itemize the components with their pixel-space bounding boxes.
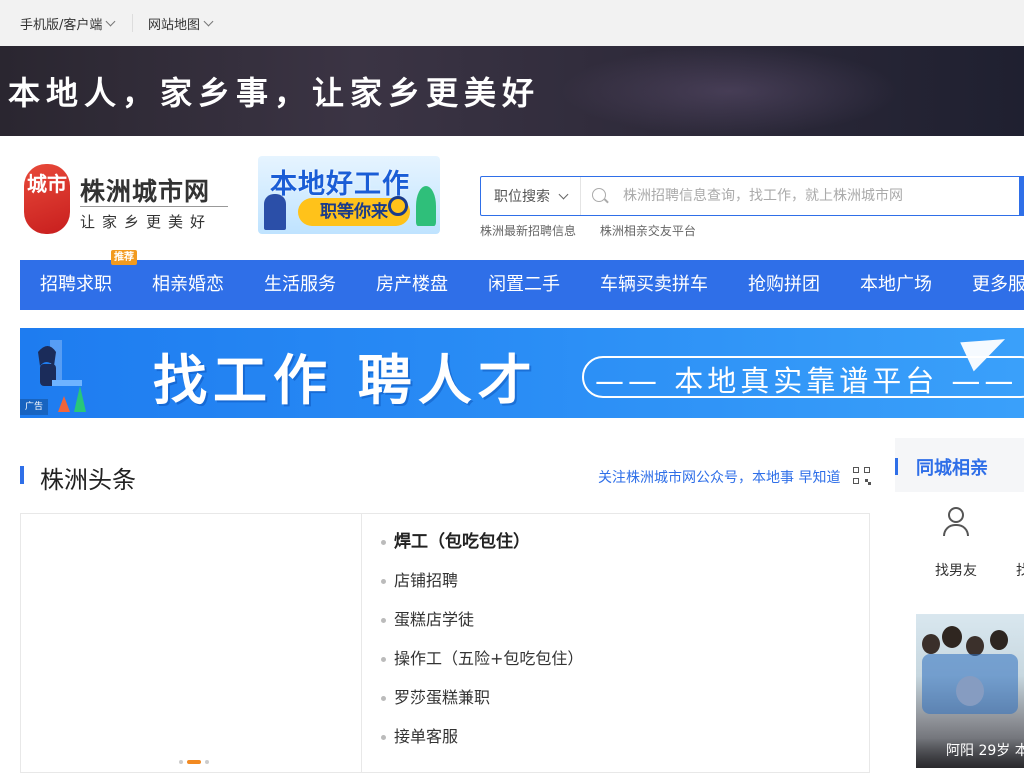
headline-item[interactable]: 店铺招聘 — [381, 567, 583, 606]
magnifier-icon — [388, 196, 408, 216]
hero-slogan: 本地人，家乡事，让家乡更美好 — [8, 74, 541, 112]
nav-item-more[interactable]: 更多服务 — [972, 260, 1024, 310]
section-title: 株洲头条 — [40, 466, 136, 494]
topbar-divider — [132, 14, 133, 32]
find-girlfriend-link[interactable]: 找女友 — [1016, 560, 1024, 580]
nav-item-local-square[interactable]: 本地广场 — [860, 260, 932, 310]
headline-list: 焊工（包吃包住） 店铺招聘 蛋糕店学徒 操作工（五险+包吃包住） 罗莎蛋糕兼职 … — [381, 528, 583, 762]
search-hotlinks: 株洲最新招聘信息 株洲相亲交友平台 — [480, 222, 716, 239]
logo-tagline: 让家乡更美好 — [80, 213, 213, 231]
search-input[interactable] — [623, 185, 1003, 207]
headline-item[interactable]: 罗莎蛋糕兼职 — [381, 684, 583, 723]
chevron-down-icon — [558, 189, 569, 199]
dating-options-card: 找男友 找女友 — [895, 492, 1024, 596]
mobile-client-link[interactable]: 手机版/客户端 — [20, 14, 116, 33]
headline-item[interactable]: 焊工（包吃包住） — [381, 528, 583, 567]
hotlink-jobs[interactable]: 株洲最新招聘信息 — [480, 224, 576, 238]
carousel-dot[interactable] — [205, 760, 209, 764]
recruit-banner[interactable]: 找工作 聘人才 —— 本地真实靠谱平台 —— 广告 — [20, 328, 1024, 418]
headline-item[interactable]: 操作工（五险+包吃包住） — [381, 645, 583, 684]
nav-item-group-buy[interactable]: 抢购拼团 — [748, 260, 820, 310]
job-ad-banner[interactable]: 本地好工作 职等你来 — [258, 156, 440, 234]
nav-item-life-services[interactable]: 生活服务 — [264, 260, 336, 310]
photo-figure — [942, 626, 962, 648]
nav-item-real-estate[interactable]: 房产楼盘 — [376, 260, 448, 310]
banner-headline: 找工作 聘人才 — [153, 349, 538, 412]
headline-carousel[interactable] — [21, 514, 362, 772]
job-ad-title: 本地好工作 — [270, 169, 410, 200]
carousel-dot-active[interactable] — [187, 760, 201, 764]
search-category-dropdown[interactable]: 职位搜索 — [481, 177, 581, 215]
qr-code-icon[interactable] — [853, 467, 871, 485]
search-category-label: 职位搜索 — [494, 189, 550, 205]
follow-wechat-link[interactable]: 关注株洲城市网公众号，本地事 早知道 — [598, 467, 840, 487]
chevron-down-icon — [105, 16, 116, 27]
mobile-client-label: 手机版/客户端 — [20, 18, 103, 33]
nav-item-dating[interactable]: 相亲婚恋 — [152, 260, 224, 310]
site-logo[interactable]: 城市 株洲城市网 让家乡更美好 — [24, 164, 234, 236]
sidebar-title: 同城相亲 — [916, 458, 988, 479]
top-bar: 手机版/客户端 网站地图 — [0, 0, 1024, 46]
photo-figure — [922, 634, 940, 654]
search-box: 职位搜索 — [480, 176, 1024, 216]
search-icon — [592, 188, 606, 202]
profile-caption: 阿阳 29岁 本科 — [916, 738, 1024, 768]
logo-name: 株洲城市网 — [80, 177, 211, 206]
sidebar-accent-bar — [895, 458, 898, 475]
carousel-dot[interactable] — [179, 760, 183, 764]
headline-item[interactable]: 接单客服 — [381, 723, 583, 762]
nav-item-secondhand[interactable]: 闲置二手 — [488, 260, 560, 310]
dating-sidebar: 同城相亲 找男友 找女友 — [895, 438, 1024, 596]
hero-glow — [560, 46, 900, 136]
hotlink-dating[interactable]: 株洲相亲交友平台 — [600, 224, 696, 238]
recommend-badge: 推荐 — [111, 250, 137, 265]
find-boyfriend-link[interactable]: 找男友 — [935, 560, 977, 580]
logo-badge: 城市 — [24, 164, 70, 234]
find-boyfriend-icon[interactable] — [942, 507, 970, 537]
chevron-down-icon — [203, 16, 214, 27]
nav-item-jobs[interactable]: 招聘求职 — [40, 260, 112, 310]
main-nav: 招聘求职 相亲婚恋 生活服务 房产楼盘 闲置二手 车辆买卖拼车 抢购拼团 本地广… — [20, 260, 1024, 310]
photo-figure — [966, 636, 984, 656]
headline-item[interactable]: 蛋糕店学徒 — [381, 606, 583, 645]
sitemap-label: 网站地图 — [148, 18, 201, 33]
nav-item-vehicles[interactable]: 车辆买卖拼车 — [600, 260, 708, 310]
logo-divider — [80, 206, 228, 207]
hero-banner: 本地人，家乡事，让家乡更美好 — [0, 46, 1024, 136]
sitemap-link[interactable]: 网站地图 — [148, 14, 214, 33]
ad-tag: 广告 — [20, 399, 48, 415]
banner-subtitle: —— 本地真实靠谱平台 —— — [595, 364, 1018, 398]
section-accent-bar — [20, 466, 24, 484]
search-button[interactable] — [1019, 176, 1024, 216]
leaf-decoration — [416, 186, 436, 226]
photo-clothes — [922, 654, 1018, 714]
headlines-panel: 焊工（包吃包住） 店铺招聘 蛋糕店学徒 操作工（五险+包吃包住） 罗莎蛋糕兼职 … — [20, 513, 870, 773]
profile-photo[interactable]: 阿阳 29岁 本科 — [916, 614, 1024, 768]
carousel-dots — [177, 760, 211, 764]
photo-figure — [990, 630, 1008, 650]
